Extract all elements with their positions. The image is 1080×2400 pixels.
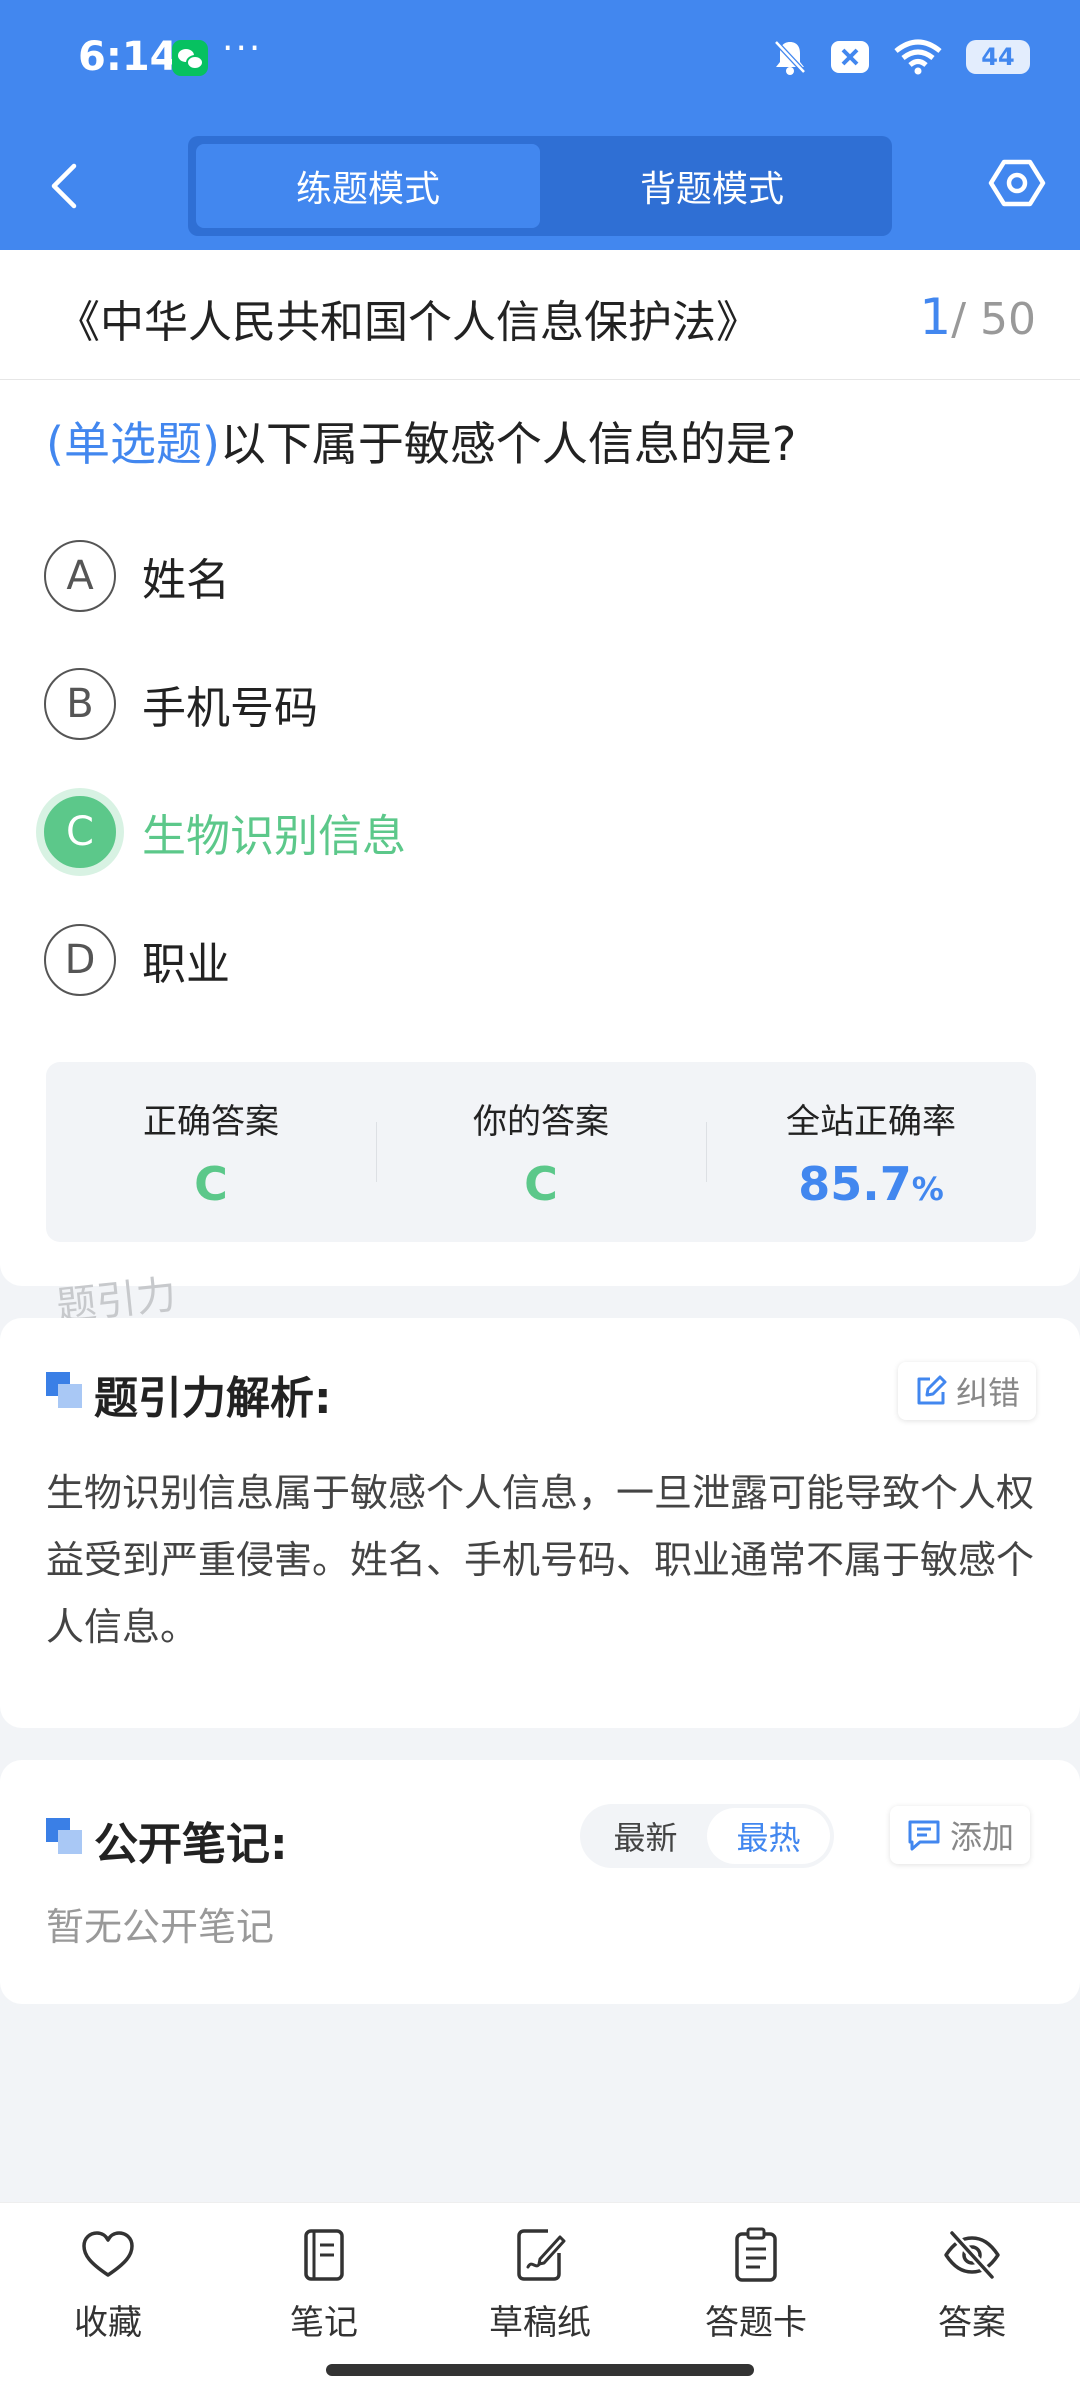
current-question-number: 1 bbox=[919, 288, 952, 346]
sort-newest-option[interactable]: 最新 bbox=[584, 1808, 707, 1864]
answer-card-button[interactable]: 答题卡 bbox=[666, 2225, 846, 2344]
total-questions: / 50 bbox=[951, 294, 1036, 345]
status-bar: 6:14 ··· 44 bbox=[0, 0, 1080, 120]
option-a[interactable]: A 姓名 bbox=[44, 538, 230, 614]
question-type: (单选题) bbox=[46, 417, 220, 471]
option-key: D bbox=[44, 924, 116, 996]
report-error-label: 纠错 bbox=[956, 1374, 1021, 1412]
status-icons: 44 bbox=[772, 38, 1030, 76]
question-progress[interactable]: 1/ 50 bbox=[919, 288, 1036, 346]
question-stem: (单选题)以下属于敏感个人信息的是? bbox=[46, 408, 796, 474]
sort-hottest-option[interactable]: 最热 bbox=[707, 1808, 830, 1864]
your-answer: 你的答案 C bbox=[376, 1062, 706, 1242]
more-notifications-icon: ··· bbox=[222, 28, 263, 69]
clipboard-icon bbox=[735, 2227, 777, 2282]
mute-bell-icon bbox=[774, 40, 806, 75]
site-accuracy: 全站正确率 85.7% bbox=[706, 1062, 1036, 1242]
site-accuracy-label: 全站正确率 bbox=[786, 1101, 956, 1142]
chevron-left-icon bbox=[51, 163, 77, 209]
correct-answer-label: 正确答案 bbox=[143, 1101, 279, 1142]
tab-practice-mode[interactable]: 练题模式 bbox=[196, 144, 540, 228]
question-card: (单选题)以下属于敏感个人信息的是? A 姓名 B 手机号码 C 生物识别信息 … bbox=[0, 380, 1080, 1286]
correct-answer-value: C bbox=[194, 1156, 228, 1211]
show-answer-label: 答案 bbox=[938, 2303, 1006, 2343]
your-answer-value: C bbox=[524, 1156, 558, 1211]
paper-title: 《中华人民共和国个人信息保护法》 bbox=[56, 297, 760, 348]
notes-empty-text: 暂无公开笔记 bbox=[46, 1905, 275, 1949]
option-d[interactable]: D 职业 bbox=[44, 922, 230, 998]
add-note-label: 添加 bbox=[950, 1818, 1015, 1856]
status-time: 6:14 bbox=[78, 34, 178, 80]
tab-recite-mode[interactable]: 背题模式 bbox=[540, 144, 884, 228]
section-square-icon bbox=[46, 1818, 84, 1856]
notes-sort-toggle: 最新 最热 bbox=[580, 1804, 834, 1868]
option-text: 生物识别信息 bbox=[142, 811, 406, 862]
answer-summary: 正确答案 C 你的答案 C 全站正确率 85.7% bbox=[46, 1062, 1036, 1242]
battery-indicator: 44 bbox=[966, 40, 1030, 74]
option-key: B bbox=[44, 668, 116, 740]
mode-switch: 练题模式 背题模式 bbox=[188, 136, 892, 236]
analysis-card: 题引力解析: 纠错 生物识别信息属于敏感个人信息，一旦泄露可能导致个人权益受到严… bbox=[0, 1318, 1080, 1728]
settings-hexagon-icon bbox=[988, 159, 1046, 207]
option-text: 职业 bbox=[142, 939, 230, 990]
notes-title: 公开笔记: bbox=[94, 1819, 288, 1870]
section-square-icon bbox=[46, 1372, 84, 1410]
option-key: C bbox=[44, 796, 116, 868]
notebook-icon bbox=[304, 2229, 344, 2281]
your-answer-label: 你的答案 bbox=[473, 1101, 609, 1142]
favorite-button[interactable]: 收藏 bbox=[18, 2225, 198, 2344]
option-text: 手机号码 bbox=[142, 683, 318, 734]
report-error-button[interactable]: 纠错 bbox=[898, 1362, 1037, 1420]
option-c[interactable]: C 生物识别信息 bbox=[44, 794, 406, 870]
paper-title-row: 《中华人民共和国个人信息保护法》 1/ 50 bbox=[0, 250, 1080, 380]
notes-label: 笔记 bbox=[290, 2303, 358, 2343]
scratch-pad-icon bbox=[517, 2229, 566, 2281]
scratch-paper-label: 草稿纸 bbox=[489, 2303, 591, 2343]
no-sim-icon bbox=[831, 41, 869, 73]
answer-card-label: 答题卡 bbox=[705, 2303, 807, 2343]
heart-icon bbox=[82, 2231, 134, 2277]
back-button[interactable] bbox=[38, 158, 88, 214]
scratch-paper-button[interactable]: 草稿纸 bbox=[450, 2225, 630, 2344]
option-text: 姓名 bbox=[142, 555, 230, 606]
analysis-text: 生物识别信息属于敏感个人信息，一旦泄露可能导致个人权益受到严重侵害。姓名、手机号… bbox=[46, 1471, 1035, 1649]
accuracy-number: 85.7 bbox=[798, 1156, 912, 1211]
add-note-button[interactable]: 添加 bbox=[890, 1806, 1031, 1864]
analysis-title: 题引力解析: bbox=[94, 1373, 332, 1424]
option-b[interactable]: B 手机号码 bbox=[44, 666, 318, 742]
comment-icon bbox=[908, 1820, 940, 1851]
correct-answer: 正确答案 C bbox=[46, 1062, 376, 1242]
edit-icon bbox=[917, 1375, 947, 1405]
show-answer-button[interactable]: 答案 bbox=[882, 2225, 1062, 2344]
home-indicator[interactable] bbox=[326, 2364, 754, 2376]
settings-button[interactable] bbox=[988, 154, 1046, 212]
public-notes-card: 公开笔记: 最新 最热 添加 暂无公开笔记 bbox=[0, 1760, 1080, 2004]
header: 6:14 ··· 44 练题模式 背题模式 bbox=[0, 0, 1080, 250]
eye-off-icon bbox=[944, 2230, 1000, 2280]
site-accuracy-value: 85.7% bbox=[798, 1157, 944, 1211]
notes-button[interactable]: 笔记 bbox=[234, 2225, 414, 2344]
wifi-icon bbox=[894, 39, 942, 75]
wechat-notification-icon bbox=[172, 40, 208, 76]
question-text: 以下属于敏感个人信息的是? bbox=[219, 417, 797, 471]
accuracy-unit: % bbox=[911, 1169, 944, 1208]
option-key: A bbox=[44, 540, 116, 612]
favorite-label: 收藏 bbox=[74, 2303, 142, 2343]
